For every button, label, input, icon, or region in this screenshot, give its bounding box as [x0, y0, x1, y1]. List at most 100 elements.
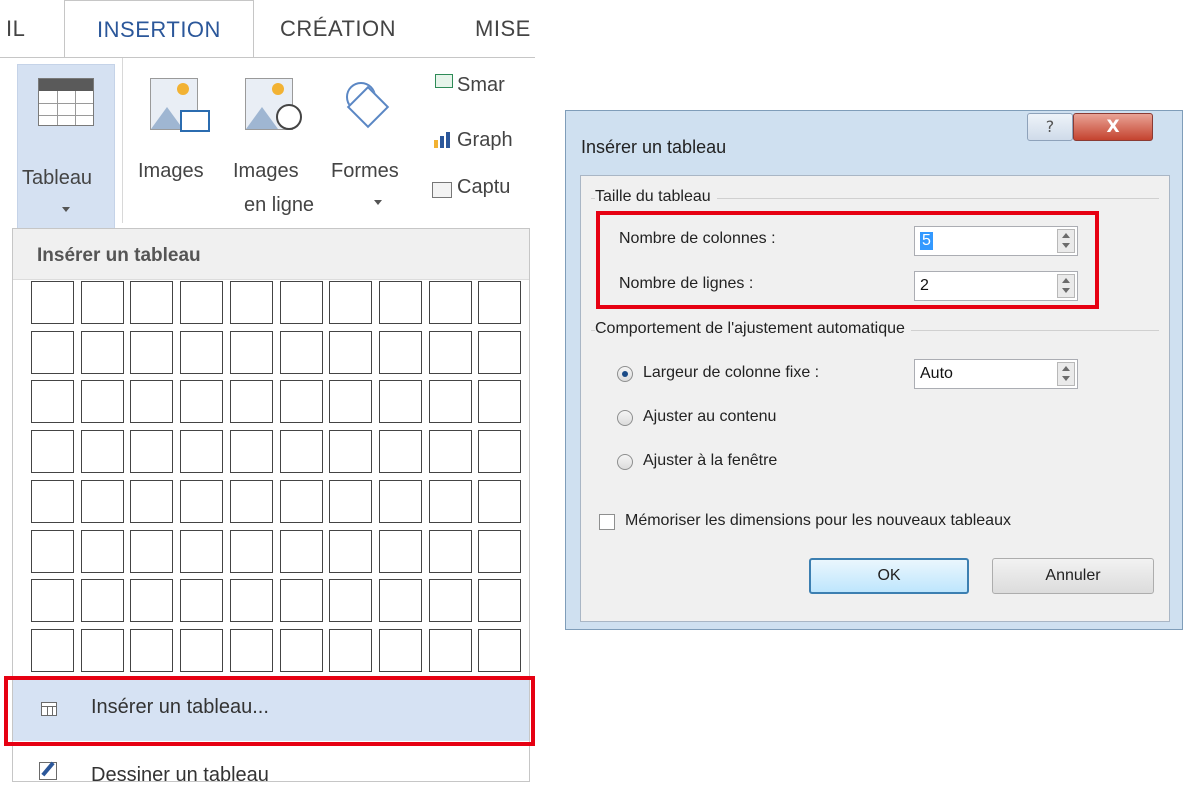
- grid-cell[interactable]: [31, 330, 74, 374]
- grid-cell[interactable]: [279, 479, 323, 523]
- fit-window-radio[interactable]: [617, 454, 633, 470]
- grid-cell[interactable]: [329, 579, 373, 623]
- grid-cell[interactable]: [130, 529, 174, 573]
- grid-cell[interactable]: [329, 330, 373, 374]
- grid-cell[interactable]: [279, 330, 323, 374]
- grid-cell[interactable]: [279, 579, 323, 623]
- grid-cell[interactable]: [80, 628, 124, 672]
- tableau-button[interactable]: Tableau: [17, 64, 115, 231]
- grid-cell[interactable]: [279, 281, 323, 324]
- grid-cell[interactable]: [130, 330, 174, 374]
- grid-cell[interactable]: [478, 628, 522, 672]
- grid-cell[interactable]: [80, 479, 124, 523]
- grid-cell[interactable]: [229, 579, 273, 623]
- tab-creation[interactable]: CRÉATION: [280, 0, 396, 57]
- grid-cell[interactable]: [279, 430, 323, 474]
- tab-fichier[interactable]: IL: [6, 0, 25, 57]
- grid-cell[interactable]: [180, 479, 224, 523]
- grid-cell[interactable]: [378, 380, 422, 424]
- fit-window-label: Ajuster à la fenêtre: [643, 452, 778, 469]
- globe-icon: [276, 104, 302, 130]
- fixed-width-spinner[interactable]: Auto: [914, 359, 1078, 389]
- grid-cell[interactable]: [378, 579, 422, 623]
- grid-cell[interactable]: [229, 479, 273, 523]
- grid-cell[interactable]: [130, 281, 174, 324]
- tab-mise-en-page[interactable]: MISE: [475, 0, 531, 57]
- cancel-button[interactable]: Annuler: [992, 558, 1154, 594]
- grid-cell[interactable]: [80, 579, 124, 623]
- grid-cell[interactable]: [329, 479, 373, 523]
- draw-table-menu-item[interactable]: Dessiner un tableau: [13, 744, 529, 806]
- grid-cell[interactable]: [80, 330, 124, 374]
- grid-cell[interactable]: [31, 380, 74, 424]
- grid-cell[interactable]: [478, 281, 522, 324]
- grid-cell[interactable]: [31, 479, 74, 523]
- grid-cell[interactable]: [378, 628, 422, 672]
- grid-cell[interactable]: [478, 479, 522, 523]
- grid-cell[interactable]: [130, 628, 174, 672]
- grid-cell[interactable]: [478, 330, 522, 374]
- grid-cell[interactable]: [130, 479, 174, 523]
- tab-insertion[interactable]: INSERTION: [64, 0, 254, 58]
- grid-cell[interactable]: [229, 281, 273, 324]
- close-button[interactable]: X: [1073, 113, 1153, 141]
- grid-cell[interactable]: [279, 380, 323, 424]
- grid-cell[interactable]: [31, 430, 74, 474]
- grid-cell[interactable]: [180, 281, 224, 324]
- grid-cell[interactable]: [478, 529, 522, 573]
- grid-cell[interactable]: [229, 330, 273, 374]
- grid-cell[interactable]: [428, 380, 472, 424]
- ok-button[interactable]: OK: [809, 558, 969, 594]
- grid-cell[interactable]: [329, 529, 373, 573]
- grid-cell[interactable]: [428, 430, 472, 474]
- fit-content-radio[interactable]: [617, 410, 633, 426]
- grid-cell[interactable]: [31, 281, 74, 324]
- grid-cell[interactable]: [229, 380, 273, 424]
- grid-cell[interactable]: [80, 380, 124, 424]
- grid-cell[interactable]: [378, 529, 422, 573]
- grid-cell[interactable]: [80, 281, 124, 324]
- grid-cell[interactable]: [329, 430, 373, 474]
- grid-cell[interactable]: [180, 330, 224, 374]
- grid-cell[interactable]: [31, 529, 74, 573]
- fixed-width-radio[interactable]: [617, 366, 633, 382]
- grid-cell[interactable]: [428, 330, 472, 374]
- grid-cell[interactable]: [130, 430, 174, 474]
- grid-cell[interactable]: [130, 579, 174, 623]
- grid-cell[interactable]: [378, 430, 422, 474]
- grid-cell[interactable]: [80, 529, 124, 573]
- grid-cell[interactable]: [229, 529, 273, 573]
- smartart-label: Smar: [457, 74, 505, 96]
- grid-cell[interactable]: [329, 380, 373, 424]
- grid-cell[interactable]: [428, 281, 472, 324]
- grid-cell[interactable]: [478, 430, 522, 474]
- grid-cell[interactable]: [229, 430, 273, 474]
- grid-cell[interactable]: [329, 281, 373, 324]
- remember-dimensions-checkbox[interactable]: [599, 514, 615, 530]
- grid-cell[interactable]: [279, 628, 323, 672]
- grid-cell[interactable]: [180, 579, 224, 623]
- grid-cell[interactable]: [279, 529, 323, 573]
- grid-cell[interactable]: [378, 281, 422, 324]
- grid-cell[interactable]: [180, 380, 224, 424]
- grid-cell[interactable]: [180, 628, 224, 672]
- grid-cell[interactable]: [229, 628, 273, 672]
- grid-cell[interactable]: [31, 628, 74, 672]
- grid-cell[interactable]: [428, 628, 472, 672]
- grid-cell[interactable]: [378, 330, 422, 374]
- help-button[interactable]: ?: [1027, 113, 1073, 141]
- grid-cell[interactable]: [378, 479, 422, 523]
- grid-cell[interactable]: [130, 380, 174, 424]
- grid-cell[interactable]: [80, 430, 124, 474]
- grid-cell[interactable]: [478, 579, 522, 623]
- grid-cell[interactable]: [478, 380, 522, 424]
- grid-cell[interactable]: [180, 430, 224, 474]
- grid-cell[interactable]: [428, 579, 472, 623]
- spinner-arrows-icon[interactable]: [1057, 362, 1075, 386]
- grid-cell[interactable]: [180, 529, 224, 573]
- grid-cell[interactable]: [428, 529, 472, 573]
- grid-cell[interactable]: [329, 628, 373, 672]
- grid-cell[interactable]: [428, 479, 472, 523]
- annotation-box: [4, 676, 535, 746]
- grid-cell[interactable]: [31, 579, 74, 623]
